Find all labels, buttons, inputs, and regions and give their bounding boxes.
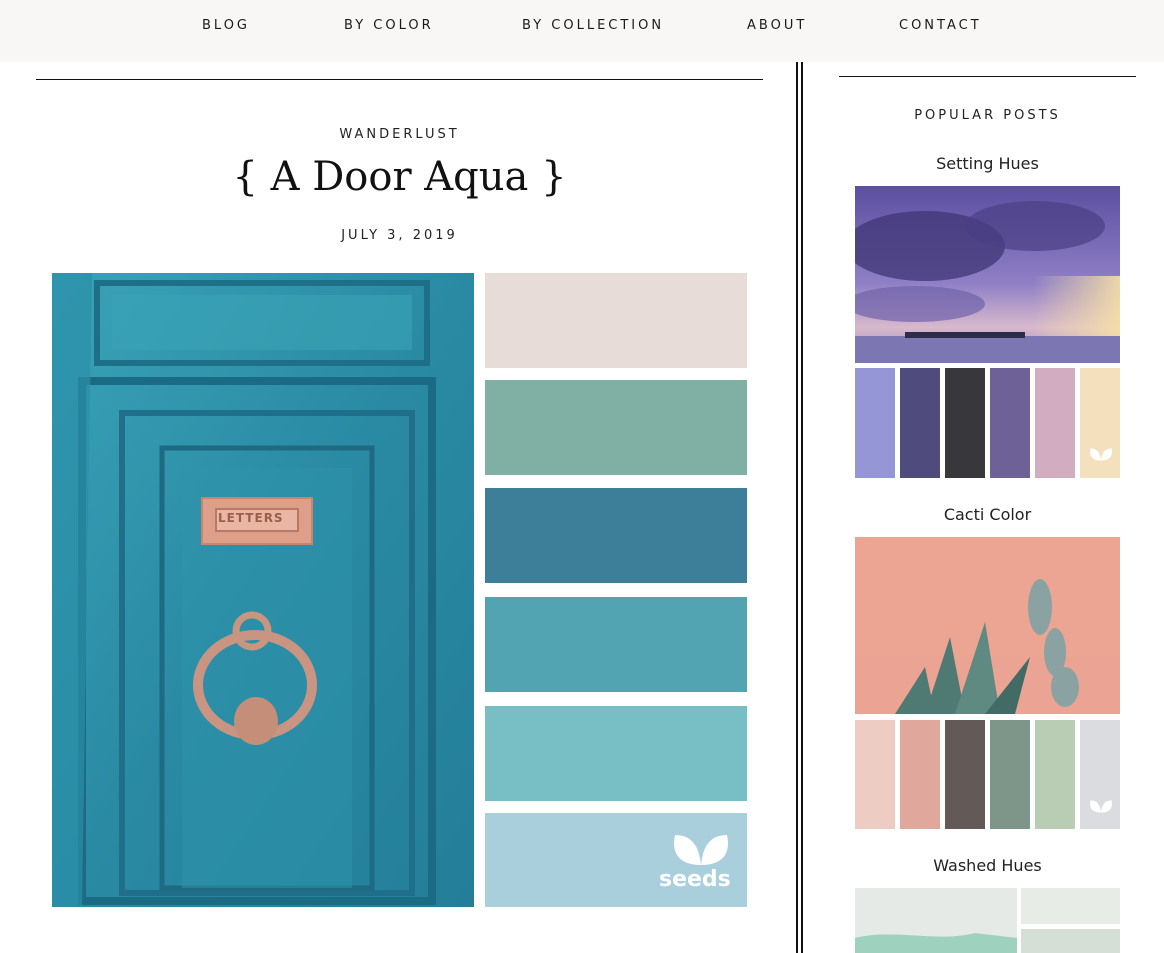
palette-chip <box>945 720 985 829</box>
palette-chip <box>1080 720 1120 829</box>
popular-post-thumbnail[interactable] <box>855 537 1120 829</box>
palette-chip <box>855 368 895 478</box>
sidebar-divider-line <box>839 76 1136 77</box>
popular-post-thumbnail[interactable] <box>855 186 1120 478</box>
palette-chip <box>945 368 985 478</box>
popular-posts-heading: POPULAR POSTS <box>914 108 1061 123</box>
nav-contact[interactable]: CONTACT <box>899 18 982 33</box>
seeds-leaf-icon <box>1090 800 1112 813</box>
seeds-watermark: seeds <box>659 867 731 892</box>
palette-swatch-6: seeds <box>485 813 747 907</box>
nav-about[interactable]: ABOUT <box>747 18 807 33</box>
palette-swatch-4 <box>485 597 747 692</box>
palette-chip <box>1035 720 1075 829</box>
featured-image[interactable]: LETTERS seeds <box>52 273 747 907</box>
cactus-photo <box>855 537 1120 714</box>
palette-chip <box>990 368 1030 478</box>
popular-post-title[interactable]: Cacti Color <box>839 505 1136 524</box>
palette-chip <box>1021 888 1120 924</box>
seeds-leaf-icon <box>1090 448 1112 461</box>
letters-sign-text: LETTERS <box>218 511 284 525</box>
palette-swatch-1 <box>485 273 747 368</box>
popular-post-title[interactable]: Setting Hues <box>839 154 1136 173</box>
popular-post-title[interactable]: Washed Hues <box>839 856 1136 875</box>
main-divider-line <box>36 79 763 80</box>
sunset-sky-photo <box>855 186 1120 363</box>
palette-chip <box>900 368 940 478</box>
palette-swatch-5 <box>485 706 747 801</box>
door-photo: LETTERS <box>52 273 474 907</box>
nav-by-color[interactable]: BY COLOR <box>344 18 434 33</box>
post-date: JULY 3, 2019 <box>341 228 458 243</box>
top-nav: BLOG BY COLOR BY COLLECTION ABOUT CONTAC… <box>0 0 1164 62</box>
nav-by-collection[interactable]: BY COLLECTION <box>522 18 664 33</box>
palette-chip <box>1080 368 1120 478</box>
post-title[interactable]: { A Door Aqua } <box>36 154 763 200</box>
palette-swatch-3 <box>485 488 747 583</box>
washed-photo <box>855 888 1017 953</box>
post-category[interactable]: WANDERLUST <box>36 127 763 142</box>
column-divider-right <box>801 62 803 953</box>
column-divider-left <box>796 62 798 953</box>
palette-chip <box>900 720 940 829</box>
nav-blog[interactable]: BLOG <box>202 18 250 33</box>
palette-chip <box>1021 929 1120 953</box>
seeds-leaf-icon <box>674 835 728 865</box>
palette-swatch-2 <box>485 380 747 475</box>
palette-chip <box>1035 368 1075 478</box>
popular-post-thumbnail[interactable] <box>855 888 1120 953</box>
palette-chip <box>855 720 895 829</box>
palette-chip <box>990 720 1030 829</box>
